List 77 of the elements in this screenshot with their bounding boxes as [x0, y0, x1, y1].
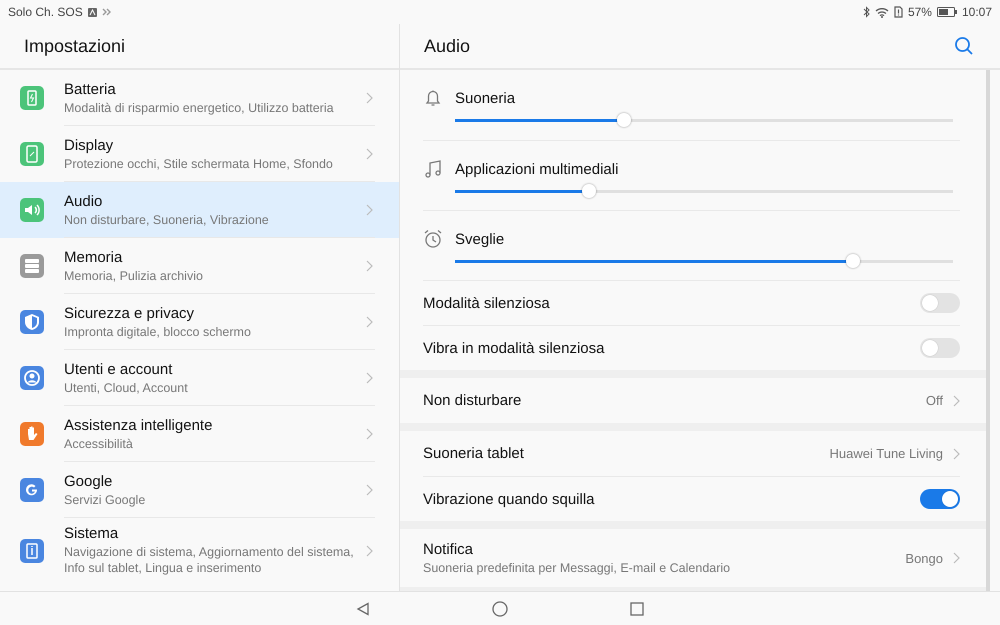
chevron-right-icon [366, 204, 373, 216]
setting-value: Off [926, 393, 943, 408]
item-subtitle: Servizi Google [64, 492, 146, 508]
search-icon[interactable] [954, 36, 974, 56]
item-subtitle: Navigazione di sistema, Aggiornamento del sistema, Info sul tablet, Lingua e inserimento [64, 544, 355, 576]
item-title: Display [64, 136, 114, 154]
chevron-right-icon [366, 148, 373, 160]
settings-list-item[interactable]: Sistema Navigazione di sistema, Aggiornamento del sistema, Info sul tablet, Lingua e inserimento [0, 518, 399, 583]
item-title: Assistenza intelligente [64, 416, 214, 434]
toggle-switch[interactable] [920, 489, 960, 509]
setting-label: Notifica [423, 540, 474, 558]
item-title: Audio [64, 192, 104, 210]
item-subtitle: Impronta digitale, blocco schermo [64, 324, 252, 340]
setting-label: Vibrazione quando squilla [423, 490, 595, 508]
notification-icon [88, 8, 97, 16]
chevron-right-icon [366, 260, 373, 272]
volume-slider[interactable] [455, 184, 953, 198]
carrier-text: Solo Ch. SOS [8, 5, 83, 19]
battery-percent: 57% [908, 5, 932, 19]
sim-icon [894, 6, 903, 18]
chevron-right-icon [366, 92, 373, 104]
volume-label: Suoneria [455, 90, 516, 107]
volume-label: Applicazioni multimediali [455, 161, 620, 178]
clock-time: 10:07 [962, 5, 992, 19]
volume-slider[interactable] [455, 113, 953, 127]
item-subtitle: Protezione occhi, Stile schermata Home, Sfondo [64, 156, 334, 172]
item-subtitle: Modalità di risparmio energetico, Utilizzo batteria [64, 100, 335, 116]
chevron-right-icon [366, 316, 373, 328]
bluetooth-icon [862, 6, 870, 18]
chevron-right-icon [366, 484, 373, 496]
home-icon[interactable] [492, 600, 508, 616]
settings-list-item[interactable]: Google Servizi Google [0, 462, 399, 518]
bell-icon [423, 88, 443, 108]
setting-label: Non disturbare [423, 392, 522, 409]
chevron-right-icon [366, 372, 373, 384]
item-title: Utenti e account [64, 360, 174, 378]
setting-description: Suoneria predefinita per Messaggi, E-mail e Calendario [423, 560, 730, 576]
toggle-switch[interactable] [920, 338, 960, 358]
settings-list-item[interactable]: Utenti e account Utenti, Cloud, Account [0, 350, 399, 406]
wifi-icon [874, 6, 889, 18]
chevron-right-icon [953, 448, 960, 460]
setting-value: Bongo [905, 550, 943, 566]
back-icon[interactable] [356, 602, 370, 616]
chevron-right-icon [366, 544, 373, 556]
battery-icon [936, 7, 957, 17]
item-title: Batteria [64, 80, 117, 98]
item-subtitle: Accessibilità [64, 436, 134, 452]
chevron-right-icon [366, 428, 373, 440]
recents-icon[interactable] [630, 602, 644, 616]
settings-list-item[interactable]: Sicurezza e privacy Impronta digitale, blocco schermo [0, 294, 399, 350]
settings-list-item[interactable]: Assistenza intelligente Accessibilità [0, 406, 399, 462]
item-title: Memoria [64, 248, 124, 266]
item-subtitle: Utenti, Cloud, Account [64, 380, 189, 396]
setting-label: Modalità silenziosa [423, 294, 550, 312]
chevrons-icon [102, 8, 113, 16]
item-title: Google [64, 472, 114, 490]
item-title: Sicurezza e privacy [64, 304, 196, 322]
item-subtitle: Memoria, Pulizia archivio [64, 268, 204, 284]
toggle-switch[interactable] [920, 293, 960, 313]
sidebar-title: Impostazioni [24, 36, 126, 56]
volume-slider[interactable] [455, 254, 953, 268]
alarm-clock-icon [423, 229, 443, 249]
setting-label: Suoneria tablet [423, 445, 524, 462]
settings-list-item[interactable]: Batteria Modalità di risparmio energetico, Utilizzo batteria [0, 70, 399, 126]
item-subtitle: Non disturbare, Suoneria, Vibrazione [64, 212, 270, 228]
volume-label: Sveglie [455, 231, 506, 248]
chevron-right-icon [953, 552, 960, 564]
setting-label: Vibra in modalità silenziosa [423, 340, 604, 356]
music-note-icon [423, 159, 443, 179]
chevron-right-icon [953, 394, 960, 406]
page-title: Audio [424, 36, 470, 56]
settings-row[interactable]: Suoneria tablet Huawei Tune Living [423, 431, 960, 476]
setting-value: Huawei Tune Living [830, 446, 943, 461]
settings-list-item[interactable]: Memoria Memoria, Pulizia archivio [0, 238, 399, 294]
settings-list-item[interactable]: Display Protezione occhi, Stile schermata Home, Sfondo [0, 126, 399, 182]
item-title: Sistema [64, 525, 120, 542]
settings-list-item[interactable]: Audio Non disturbare, Suoneria, Vibrazione [0, 182, 399, 238]
